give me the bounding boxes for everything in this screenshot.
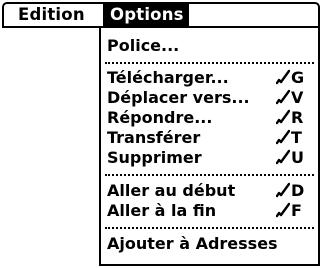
command-stroke-icon (276, 182, 290, 198)
command-stroke-icon (276, 149, 290, 165)
command-stroke-icon (276, 129, 290, 145)
shortcut-key: V (291, 88, 304, 107)
menu-item-deplacer-vers[interactable]: Déplacer vers... V (107, 87, 310, 109)
menu-shortcut: D (276, 180, 310, 202)
menu-item-label: Aller au début (107, 181, 236, 200)
menu-item-aller-au-debut[interactable]: Aller au début D (107, 180, 310, 202)
menu-item-label: Aller à la fin (107, 201, 217, 220)
menu-item-label: Supprimer (107, 148, 202, 167)
menu-item-telecharger[interactable]: Télécharger... G (107, 67, 310, 89)
menu-item-label: Répondre... (107, 108, 213, 127)
menu-bar: Edition Options (2, 2, 320, 28)
menu-item-police[interactable]: Police... (107, 35, 310, 57)
command-stroke-icon (276, 202, 290, 218)
shortcut-key: F (291, 201, 302, 220)
menu-shortcut: U (276, 147, 310, 169)
menu-edition[interactable]: Edition (18, 4, 85, 26)
menu-item-transferer[interactable]: Transférer T (107, 127, 310, 149)
menu-shortcut: G (276, 67, 310, 89)
menu-item-supprimer[interactable]: Supprimer U (107, 147, 310, 169)
shortcut-key: D (291, 181, 305, 200)
menu-shortcut: T (276, 127, 310, 149)
menu-separator (105, 62, 314, 64)
menu-item-label: Déplacer vers... (107, 88, 250, 107)
menu-shortcut: V (276, 87, 310, 109)
menu-item-label: Police... (107, 36, 180, 55)
menu-shortcut: R (276, 107, 310, 129)
menu-item-label: Télécharger... (107, 68, 229, 87)
menu-item-aller-a-la-fin[interactable]: Aller à la fin F (107, 200, 310, 222)
menu-options[interactable]: Options (103, 4, 189, 26)
command-stroke-icon (276, 89, 290, 105)
shortcut-key: R (291, 108, 304, 127)
command-stroke-icon (276, 69, 290, 85)
options-dropdown-menu: Police... Télécharger... G Déplacer vers… (99, 26, 320, 266)
menu-item-label: Ajouter à Adresses (107, 234, 278, 253)
shortcut-key: G (291, 68, 305, 87)
command-stroke-icon (276, 109, 290, 125)
shortcut-key: U (291, 148, 304, 167)
menu-separator (105, 227, 314, 229)
menu-item-ajouter-a-adresses[interactable]: Ajouter à Adresses (107, 233, 310, 255)
menu-separator (105, 174, 314, 176)
menu-item-label: Transférer (107, 128, 201, 147)
shortcut-key: T (291, 128, 302, 147)
menu-shortcut: F (276, 200, 310, 222)
menu-item-repondre[interactable]: Répondre... R (107, 107, 310, 129)
